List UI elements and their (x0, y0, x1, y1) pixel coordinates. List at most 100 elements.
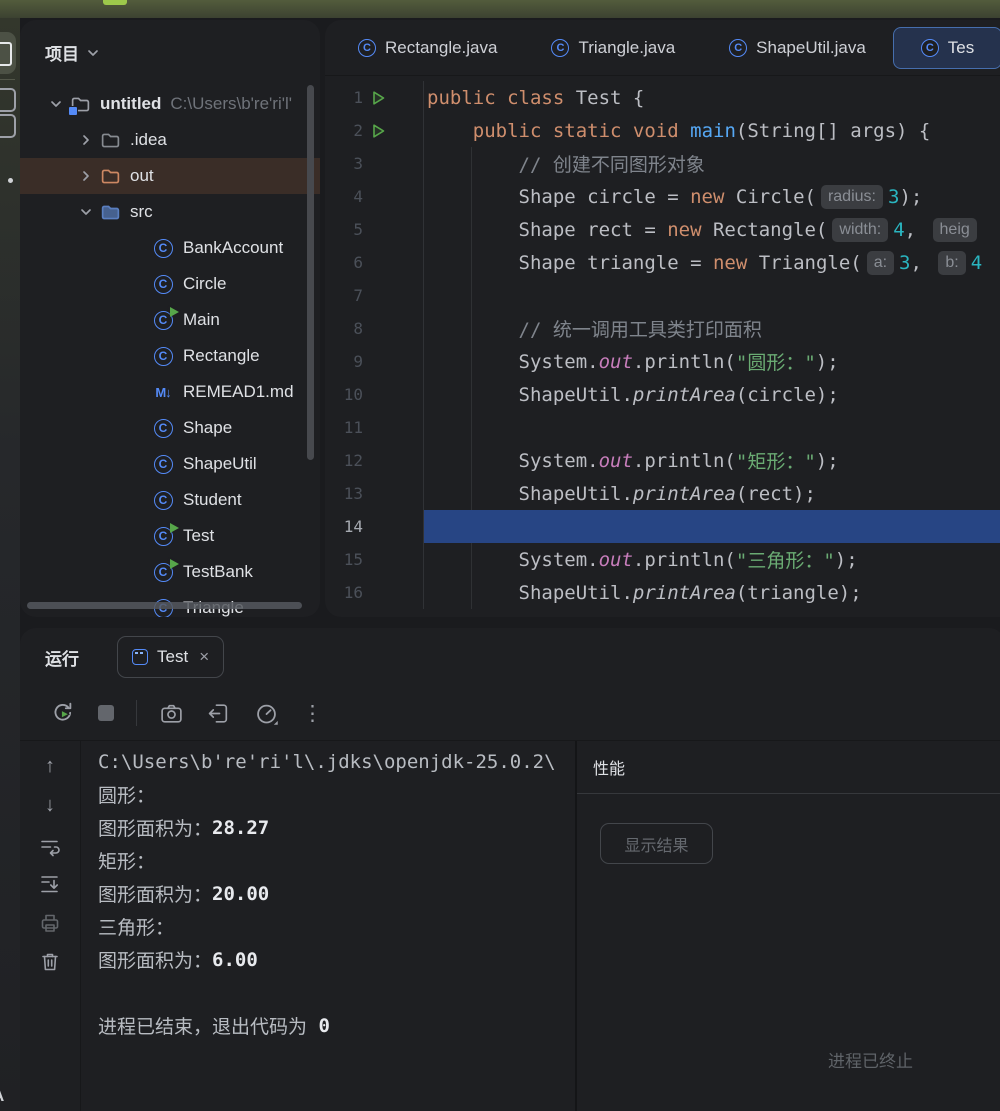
gutter (363, 543, 424, 576)
line-number: 15 (325, 550, 363, 569)
code-line-13[interactable]: 13 ShapeUtil.printArea(rect); (325, 477, 1000, 510)
clear-console-icon[interactable] (38, 950, 62, 974)
chevron-down-icon[interactable] (78, 204, 94, 220)
performance-title: 性能 (577, 741, 1000, 794)
print-icon[interactable] (38, 911, 62, 935)
structure-stripe-icon[interactable] (0, 114, 16, 138)
gutter (363, 444, 424, 477)
tree-item-out[interactable]: out (20, 158, 320, 194)
project-panel: 项目 untitled C:\Users\b're'ri'l' .ideaoutsr… (20, 20, 320, 617)
code-line-8[interactable]: 8 // 统一调用工具类打印面积 (325, 312, 1000, 345)
gutter (363, 378, 424, 411)
code-line-6[interactable]: 6 Shape triangle = new Triangle(a:3, b:4 (325, 246, 1000, 279)
chevron-down-icon[interactable] (48, 96, 64, 112)
code-line-4[interactable]: 4 Shape circle = new Circle(radius:3); (325, 180, 1000, 213)
code-line-16[interactable]: 16 ShapeUtil.printArea(triangle); (325, 576, 1000, 609)
code-line-7[interactable]: 7 (325, 279, 1000, 312)
tree-item-label: REMEAD1.md (183, 382, 294, 402)
editor-tab-triangle-java[interactable]: C Triangle.java (524, 28, 702, 68)
editor-tab-rectangle-java[interactable]: C Rectangle.java (331, 28, 524, 68)
tree-item-circle[interactable]: CCircle (20, 266, 320, 302)
project-panel-title[interactable]: 项目 (45, 40, 79, 65)
chevron-right-icon[interactable] (78, 168, 94, 184)
tree-horizontal-scrollbar[interactable] (27, 602, 302, 609)
inlay-hint: b: (938, 251, 965, 275)
gutter (363, 213, 424, 246)
profiler-button[interactable] (253, 700, 280, 727)
editor-tab-shapeutil-java[interactable]: CShapeUtil.java (702, 28, 893, 68)
project-path: C:\Users\b're'ri'l' (170, 94, 292, 114)
toolbar-separator (136, 700, 137, 726)
tree-item-remead1-md[interactable]: M↓REMEAD1.md (20, 374, 320, 410)
tab-label: Rectangle.java (385, 38, 497, 58)
class-icon: C (154, 239, 173, 258)
editor-tab-tes[interactable]: CTes (893, 27, 1000, 69)
more-options-icon[interactable]: ⋮ (302, 703, 323, 724)
next-occurrence-icon[interactable]: ↓ (38, 794, 62, 818)
tab-label: Triangle.java (578, 38, 675, 58)
tree-item-shape[interactable]: CShape (20, 410, 320, 446)
run-line-icon[interactable] (371, 123, 386, 139)
tree-item-shapeutil[interactable]: CShapeUtil (20, 446, 320, 482)
code-line-14[interactable]: 14 (325, 510, 1000, 543)
runnable-class-icon: C (154, 563, 173, 582)
chevron-right-icon[interactable] (78, 132, 94, 148)
code-line-10[interactable]: 10 ShapeUtil.printArea(circle); (325, 378, 1000, 411)
code-line-3[interactable]: 3 // 创建不同图形对象 (325, 147, 1000, 180)
folder-out-icon (100, 166, 121, 187)
tool-window-stripe: A (0, 18, 20, 1111)
class-icon: C (358, 39, 376, 57)
screenshot-button[interactable] (159, 701, 184, 726)
scroll-to-end-icon[interactable] (38, 872, 62, 896)
code-line-12[interactable]: 12 System.out.println("矩形："); (325, 444, 1000, 477)
chevron-down-icon[interactable] (85, 45, 101, 61)
ide-window: A 项目 untitled C:\Users\b're'ri'l' .ideaout… (0, 0, 1000, 1111)
soft-wrap-icon[interactable] (38, 835, 62, 859)
tree-item-main[interactable]: CMain (20, 302, 320, 338)
tree-item-test[interactable]: CTest (20, 518, 320, 554)
close-icon[interactable]: × (199, 647, 209, 667)
rerun-button[interactable] (50, 700, 76, 726)
stripe-divider (0, 79, 15, 80)
project-tree: untitled C:\Users\b're'ri'l' .ideaoutsrcCB… (20, 86, 320, 617)
tree-item--idea[interactable]: .idea (20, 122, 320, 158)
code-line-5[interactable]: 5 Shape rect = new Rectangle(width:4, he… (325, 213, 1000, 246)
code-editor[interactable]: 1public class Test {2 public static void… (325, 76, 1000, 616)
commit-stripe-icon[interactable] (0, 88, 16, 112)
stop-button[interactable] (98, 705, 114, 721)
tree-vertical-scrollbar[interactable] (307, 85, 314, 460)
code-line-2[interactable]: 2 public static void main(String[] args)… (325, 114, 1000, 147)
project-stripe-icon[interactable] (0, 32, 16, 74)
clipped-stripe-icon: A (0, 1086, 4, 1106)
console-output[interactable]: C:\Users\b're'ri'l\.jdks\openjdk-25.0.2\… (81, 741, 592, 1111)
tree-item-student[interactable]: CStudent (20, 482, 320, 518)
desktop-top-strip (0, 0, 1000, 18)
run-tab-test[interactable]: Test × (117, 636, 224, 678)
gutter (363, 411, 424, 444)
line-number: 7 (325, 286, 363, 305)
attach-process-button[interactable] (206, 701, 231, 726)
code-line-15[interactable]: 15 System.out.println("三角形："); (325, 543, 1000, 576)
tree-item-label: untitled (100, 94, 161, 114)
code-line-11[interactable]: 11 (325, 411, 1000, 444)
line-number: 16 (325, 583, 363, 602)
tree-item-label: TestBank (183, 562, 253, 582)
stripe-dot-icon (8, 178, 13, 183)
code-line-1[interactable]: 1public class Test { (325, 81, 1000, 114)
class-icon: C (551, 39, 569, 57)
tree-item-label: Shape (183, 418, 232, 438)
code-line-9[interactable]: 9 System.out.println("圆形："); (325, 345, 1000, 378)
show-results-button[interactable]: 显示结果 (600, 823, 713, 864)
tree-item-src[interactable]: src (20, 194, 320, 230)
tree-item-testbank[interactable]: C TestBank (20, 554, 320, 590)
tree-item-bankaccount[interactable]: CBankAccount (20, 230, 320, 266)
prev-occurrence-icon[interactable]: ↑ (38, 755, 62, 779)
line-number: 3 (325, 154, 363, 173)
run-overlay-icon (170, 559, 179, 569)
tree-item-rectangle[interactable]: CRectangle (20, 338, 320, 374)
run-line-icon[interactable] (371, 90, 386, 106)
run-toolbar: ⋮ (20, 686, 1000, 740)
line-number: 12 (325, 451, 363, 470)
tree-item-untitled[interactable]: untitled C:\Users\b're'ri'l' (20, 86, 320, 122)
console-line: 三角形： (98, 910, 592, 943)
